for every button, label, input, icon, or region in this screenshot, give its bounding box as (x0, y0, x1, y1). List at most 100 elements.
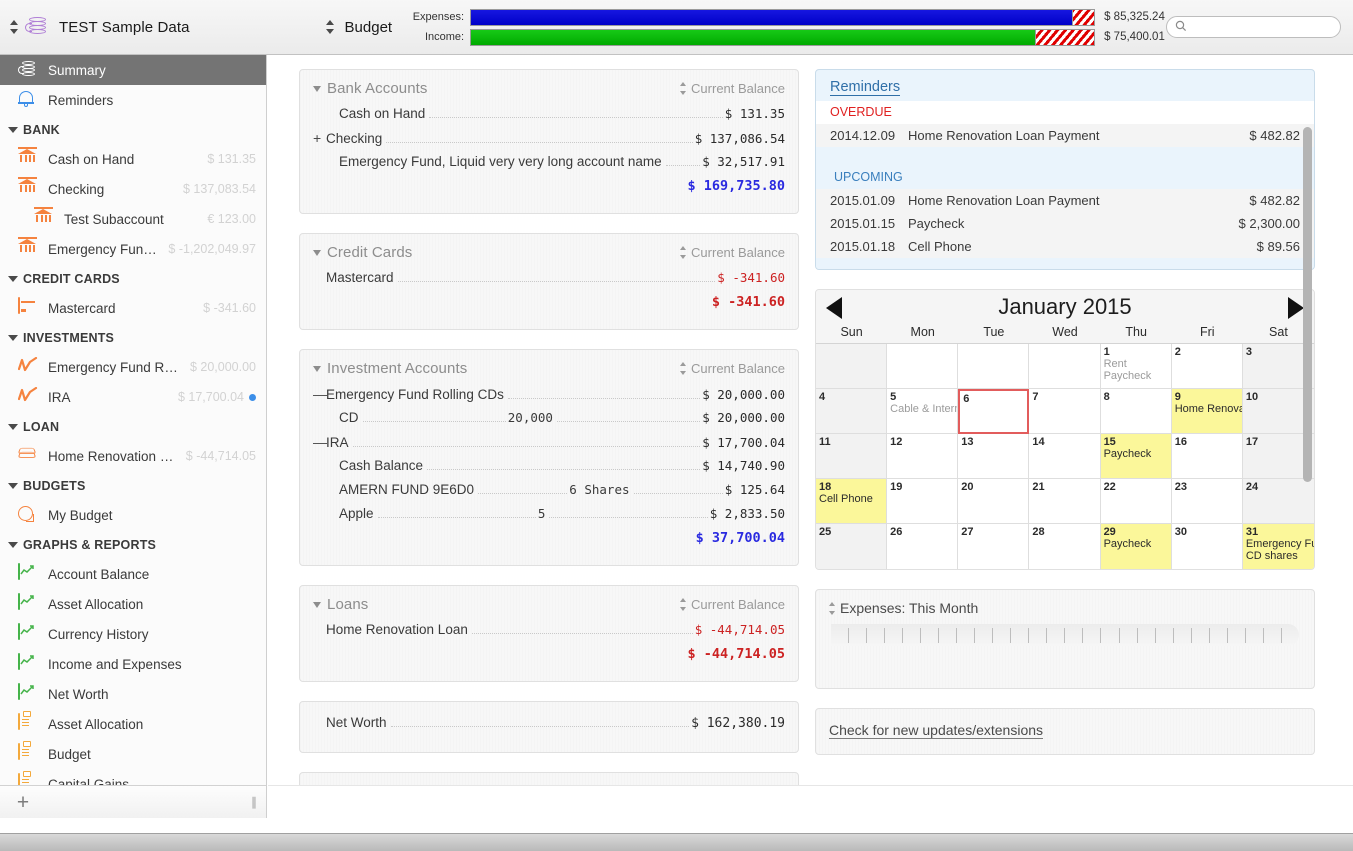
calendar-event[interactable]: Emergency Fu (1246, 538, 1314, 550)
calendar-event[interactable]: Paycheck (1104, 448, 1168, 460)
chevron-down-icon[interactable] (8, 275, 18, 282)
account-row[interactable]: + Checking $ 137,086.54 (313, 130, 785, 154)
expenses-widget-header[interactable]: Expenses: This Month (829, 600, 1301, 616)
card-column-selector[interactable]: Current Balance (680, 245, 785, 260)
sidebar-item-income-and-expenses[interactable]: Income and Expenses (0, 649, 266, 679)
calendar-day-cell[interactable]: 5 Cable & Intern (887, 389, 959, 434)
sidebar-group-credit-cards[interactable]: CREDIT CARDS (0, 264, 266, 293)
sidebar-item-home-renovation-loan[interactable]: Home Renovation Loan $ -44,714.05 (0, 441, 266, 471)
content-scrollbar-thumb[interactable] (1303, 127, 1312, 482)
chevron-down-icon[interactable] (313, 249, 321, 256)
account-row[interactable]: AMERN FUND 9E6D0 6 Shares $ 125.64 (313, 482, 785, 506)
calendar-day-cell[interactable] (816, 344, 888, 389)
column-stepper-icon[interactable] (680, 82, 687, 95)
search-input[interactable] (1191, 20, 1332, 34)
calendar-day-cell[interactable]: 19 (887, 479, 959, 524)
chevron-down-icon[interactable] (8, 126, 18, 133)
calendar-day-cell[interactable] (887, 344, 959, 389)
calendar-day-cell[interactable]: 24 (1242, 479, 1314, 524)
budget-selector[interactable]: Budget (316, 19, 392, 36)
sidebar-item-cash-on-hand[interactable]: Cash on Hand $ 131.35 (0, 144, 266, 174)
sidebar-group-graphs-reports[interactable]: GRAPHS & REPORTS (0, 530, 266, 559)
sidebar-item-mastercard[interactable]: Mastercard $ -341.60 (0, 293, 266, 323)
sidebar-item-emergency-fund-rolli[interactable]: Emergency Fund Rolli... $ 20,000.00 (0, 352, 266, 382)
budget-stepper-control[interactable] (325, 19, 335, 35)
reminder-row[interactable]: 2015.01.15 Paycheck $ 2,300.00 (816, 212, 1314, 235)
calendar-day-cell[interactable]: 2 (1171, 344, 1243, 389)
chevron-down-icon[interactable] (313, 601, 321, 608)
reminder-row[interactable]: 2014.12.09 Home Renovation Loan Payment $ … (816, 124, 1314, 147)
calendar-event[interactable]: Cable & Intern (890, 403, 957, 415)
reminders-title[interactable]: Reminders (816, 70, 1314, 101)
chevron-down-icon[interactable] (8, 541, 18, 548)
calendar-next-month-button[interactable] (1288, 297, 1304, 319)
column-stepper-icon[interactable] (680, 362, 687, 375)
chevron-down-icon[interactable] (8, 482, 18, 489)
calendar-day-cell[interactable]: 26 (887, 524, 959, 569)
sidebar-item-asset-allocation[interactable]: Asset Allocation (0, 589, 266, 619)
calendar-day-cell[interactable]: 18 Cell Phone (816, 479, 888, 524)
sidebar-item-my-budget[interactable]: My Budget (0, 500, 266, 530)
calendar-event[interactable]: Rent (1104, 358, 1168, 370)
sidebar-resize-grip[interactable]: ∥ (251, 795, 258, 809)
chevron-down-icon[interactable] (8, 423, 18, 430)
account-row[interactable]: Cash Balance $ 14,740.90 (313, 458, 785, 482)
calendar-prev-month-button[interactable] (826, 297, 842, 319)
chevron-down-icon[interactable] (313, 85, 321, 92)
calendar-event[interactable]: Paycheck (1104, 370, 1168, 382)
calendar-day-cell[interactable]: 4 (816, 389, 888, 434)
file-stepper-control[interactable] (10, 19, 19, 35)
account-row[interactable]: — IRA $ 17,700.04 (313, 434, 785, 458)
calendar-day-cell[interactable]: 9 Home Renova (1171, 389, 1243, 434)
calendar-day-cell[interactable]: 23 (1171, 479, 1243, 524)
chevron-down-icon[interactable] (8, 334, 18, 341)
sidebar[interactable]: Summary Reminders BANK Cash on Hand $ 131.35… (0, 55, 267, 818)
sidebar-group-loan[interactable]: LOAN (0, 412, 266, 441)
sidebar-item-ira[interactable]: IRA $ 17,700.04 (0, 382, 266, 412)
row-expander[interactable]: — (313, 434, 327, 450)
add-account-button[interactable]: + (10, 792, 36, 813)
calendar-day-cell[interactable]: 22 (1100, 479, 1172, 524)
calendar-day-cell[interactable] (1029, 344, 1101, 389)
calendar-day-cell[interactable] (958, 344, 1030, 389)
sidebar-item-test-subaccount[interactable]: Test Subaccount € 123.00 (0, 204, 266, 234)
calendar-day-cell[interactable]: 1 Rent Paycheck (1100, 344, 1172, 389)
calendar-day-cell[interactable]: 16 (1171, 434, 1243, 479)
calendar-day-cell[interactable]: 7 (1029, 389, 1101, 434)
calendar-day-cell[interactable]: 11 (816, 434, 888, 479)
account-row[interactable]: CD 20,000 $ 20,000.00 (313, 410, 785, 434)
account-row[interactable]: Cash on Hand $ 131.35 (313, 106, 785, 130)
calendar-day-cell[interactable]: 6 (958, 389, 1030, 434)
calendar-day-cell[interactable]: 29 Paycheck (1100, 524, 1172, 569)
calendar-day-cell[interactable]: 14 (1029, 434, 1101, 479)
reminder-row[interactable]: 2015.01.18 Cell Phone $ 89.56 (816, 235, 1314, 258)
sidebar-group-budgets[interactable]: BUDGETS (0, 471, 266, 500)
card-column-selector[interactable]: Current Balance (680, 597, 785, 612)
sidebar-item-reminders[interactable]: Reminders (0, 85, 266, 115)
calendar-event[interactable]: Paycheck (1104, 538, 1168, 550)
column-stepper-icon[interactable] (680, 598, 687, 611)
sidebar-group-investments[interactable]: INVESTMENTS (0, 323, 266, 352)
sidebar-item-currency-history[interactable]: Currency History (0, 619, 266, 649)
sidebar-item-checking[interactable]: Checking $ 137,083.54 (0, 174, 266, 204)
column-stepper-icon[interactable] (680, 246, 687, 259)
sidebar-item-account-balance[interactable]: Account Balance (0, 559, 266, 589)
calendar-day-cell[interactable]: 28 (1029, 524, 1101, 569)
calendar-day-cell[interactable]: 13 (958, 434, 1030, 479)
check-updates-link[interactable]: Check for new updates/extensions (829, 722, 1044, 739)
expenses-widget-stepper[interactable] (829, 601, 836, 615)
row-expander[interactable]: + (313, 130, 326, 146)
calendar-day-cell[interactable]: 20 (958, 479, 1030, 524)
sidebar-group-bank[interactable]: BANK (0, 115, 266, 144)
search-field[interactable] (1166, 16, 1341, 38)
account-row[interactable]: Emergency Fund, Liquid very very long ac… (313, 154, 785, 178)
calendar-day-cell[interactable]: 25 (816, 524, 888, 569)
card-column-selector[interactable]: Current Balance (680, 361, 785, 376)
row-expander[interactable]: — (313, 386, 327, 402)
sidebar-item-budget[interactable]: Budget (0, 739, 266, 769)
calendar-grid[interactable]: 1 Rent Paycheck 2 3 4 5 Cable & Intern 6 7 8 9 Home … (816, 344, 1314, 569)
calendar-event[interactable]: Home Renova (1175, 403, 1242, 415)
calendar-day-cell[interactable]: 21 (1029, 479, 1101, 524)
sidebar-item-summary[interactable]: Summary (0, 55, 266, 85)
calendar-day-cell[interactable]: 8 (1100, 389, 1172, 434)
